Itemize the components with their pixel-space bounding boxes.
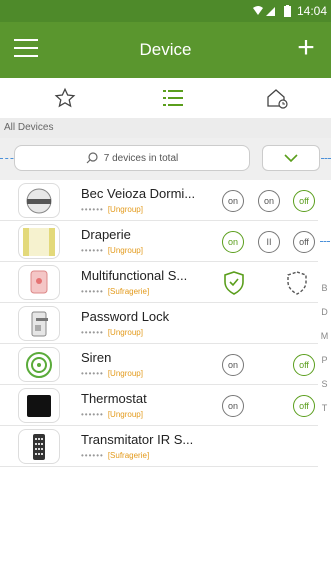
tab-rooms[interactable] xyxy=(222,78,331,118)
on-button[interactable]: on xyxy=(258,190,280,212)
device-meta: •••••• [Ungroup] xyxy=(81,205,143,214)
section-label: All Devices xyxy=(0,118,331,138)
device-group: [Sufragerie] xyxy=(107,451,150,460)
lamp-icon xyxy=(26,188,52,213)
index-letter[interactable]: B xyxy=(318,276,331,300)
device-thumbnail xyxy=(18,265,60,300)
alphabet-index[interactable]: B D M P S T xyxy=(318,276,331,420)
tab-list[interactable] xyxy=(118,78,228,118)
close-button[interactable]: off xyxy=(293,231,315,253)
star-icon xyxy=(54,87,76,108)
device-thumbnail xyxy=(18,306,60,341)
siren-icon xyxy=(26,351,52,378)
device-name: Multifunctional S... xyxy=(81,268,188,283)
device-list: Bec Veioza Dormi... •••••• [Ungroup] on o… xyxy=(0,180,330,467)
battery-icon xyxy=(283,5,291,17)
device-group: [Sufragerie] xyxy=(107,287,150,296)
remote-icon xyxy=(33,433,45,460)
device-row[interactable]: Thermostat •••••• [Ungroup] on off xyxy=(0,385,318,426)
device-row[interactable]: Siren •••••• [Ungroup] on off xyxy=(0,344,318,385)
on-button[interactable]: on xyxy=(222,190,244,212)
device-count-label: 7 devices in total xyxy=(103,152,179,164)
device-group: [Ungroup] xyxy=(107,328,143,337)
device-row[interactable]: Transmitator IR S... •••••• [Sufragerie] xyxy=(0,426,318,467)
off-button[interactable]: off xyxy=(293,395,315,417)
device-row[interactable]: Bec Veioza Dormi... •••••• [Ungroup] on o… xyxy=(0,180,318,221)
sensor-icon xyxy=(30,270,48,293)
add-device-button[interactable]: + xyxy=(291,33,321,64)
index-letter[interactable]: D xyxy=(318,300,331,324)
tab-favorites[interactable] xyxy=(10,78,120,118)
search-icon xyxy=(86,152,98,164)
guide-line xyxy=(321,158,331,159)
home-clock-icon xyxy=(267,89,288,109)
device-row[interactable]: Password Lock •••••• [Ungroup] xyxy=(0,303,318,344)
device-group: [Ungroup] xyxy=(107,410,143,419)
off-button[interactable]: off xyxy=(293,354,315,376)
shield-outline-icon[interactable] xyxy=(285,270,309,296)
page-title: Device xyxy=(139,40,192,59)
device-thumbnail xyxy=(18,388,60,423)
on-button[interactable]: on xyxy=(222,395,244,417)
device-group: [Ungroup] xyxy=(107,205,143,214)
device-meta: •••••• [Ungroup] xyxy=(81,410,143,419)
index-letter[interactable]: S xyxy=(318,372,331,396)
device-count-search[interactable]: 7 devices in total xyxy=(14,145,250,171)
status-bar: 14:04 xyxy=(0,0,331,22)
device-row[interactable]: Draperie •••••• [Ungroup] on II off xyxy=(0,221,330,262)
device-name: Draperie xyxy=(81,227,131,242)
chevron-down-icon xyxy=(284,154,298,162)
device-meta: •••••• [Sufragerie] xyxy=(81,451,150,460)
signal-icon xyxy=(252,6,275,16)
shield-check-icon[interactable] xyxy=(222,270,246,296)
thermostat-icon xyxy=(27,394,51,417)
device-row[interactable]: Multifunctional S... •••••• [Sufragerie] xyxy=(0,262,318,303)
filter-row: 7 devices in total xyxy=(0,138,331,180)
off-button[interactable]: off xyxy=(293,190,315,212)
device-group: [Ungroup] xyxy=(107,369,143,378)
device-thumbnail xyxy=(18,183,60,218)
device-name: Transmitator IR S... xyxy=(81,432,194,447)
status-time: 14:04 xyxy=(296,4,327,18)
guide-line xyxy=(320,241,330,242)
index-letter[interactable]: P xyxy=(318,348,331,372)
on-button[interactable]: on xyxy=(222,354,244,376)
tab-bar xyxy=(0,78,331,118)
device-thumbnail xyxy=(18,429,60,464)
pause-button[interactable]: II xyxy=(258,231,280,253)
device-meta: •••••• [Ungroup] xyxy=(81,328,143,337)
list-icon xyxy=(163,90,183,106)
device-meta: •••••• [Ungroup] xyxy=(81,246,143,255)
lock-icon xyxy=(31,311,48,336)
filter-dropdown-button[interactable] xyxy=(262,145,320,171)
device-group: [Ungroup] xyxy=(107,246,143,255)
device-meta: •••••• [Ungroup] xyxy=(81,369,143,378)
index-letter[interactable]: M xyxy=(318,324,331,348)
device-thumbnail xyxy=(18,347,60,382)
app-bar: Device + xyxy=(0,22,331,78)
device-meta: •••••• [Sufragerie] xyxy=(81,287,150,296)
index-letter[interactable]: T xyxy=(318,396,331,420)
device-name: Thermostat xyxy=(81,391,147,406)
device-name: Password Lock xyxy=(81,309,170,324)
device-name: Siren xyxy=(81,350,112,365)
device-name: Bec Veioza Dormi... xyxy=(81,186,196,201)
open-button[interactable]: on xyxy=(222,231,244,253)
curtain-icon xyxy=(23,227,55,256)
device-thumbnail xyxy=(18,224,60,259)
